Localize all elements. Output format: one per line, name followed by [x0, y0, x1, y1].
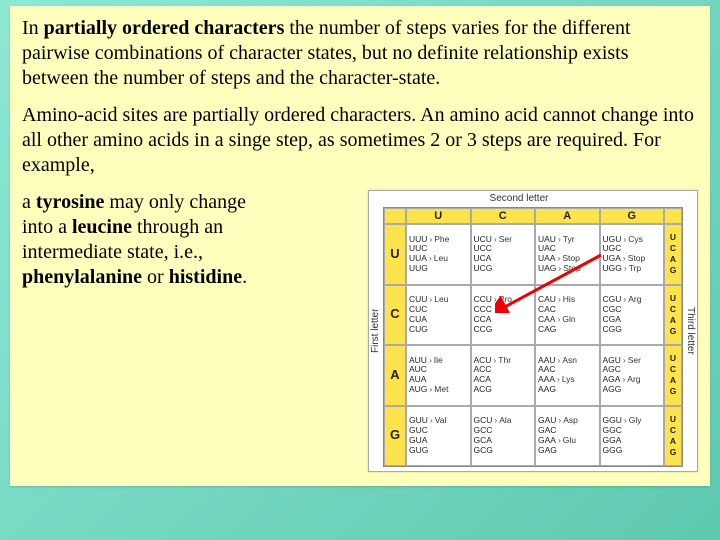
row-header-A: A	[384, 345, 406, 406]
codon-cell-CG: CGU›ArgCGCCGACGG	[600, 285, 665, 346]
codon-cell-UG: UGU›CysUGCUGA›StopUGG›Trp	[600, 224, 665, 285]
slide-panel: In partially ordered characters the numb…	[10, 6, 710, 486]
text: In	[22, 17, 44, 39]
codon-AUG: AUG›Met	[409, 385, 468, 395]
codon-AAG: AAG	[538, 385, 597, 395]
term-phenylalanine: phenylalanine	[22, 266, 142, 288]
table-right-label: Third letter	[684, 191, 696, 471]
row-header-G: G	[384, 406, 406, 467]
codon-GAG: GAG	[538, 446, 597, 456]
codon-GGG: GGG	[603, 446, 662, 456]
third-col-A: UCAG	[664, 345, 682, 406]
codon-UAG: UAG›Stop	[538, 264, 597, 274]
codon-cell-CA: CAU›HisCACCAA›GlnCAG	[535, 285, 600, 346]
term-tyrosine: tyrosine	[36, 191, 105, 213]
codon-UGG: UGG›Trp	[603, 264, 662, 274]
row-header-C: C	[384, 285, 406, 346]
col-header-G: G	[600, 208, 665, 224]
term-histidine: histidine	[169, 266, 242, 288]
codon-cell-CU: CUU›LeuCUCCUACUG	[406, 285, 471, 346]
third-col-G: UCAG	[664, 406, 682, 467]
codon-cell-AA: AAU›AsnAACAAA›LysAAG	[535, 345, 600, 406]
table-left-label: First letter	[370, 191, 382, 471]
paragraph-2: Amino-acid sites are partially ordered c…	[22, 103, 698, 178]
codon-cell-CC: CCU›ProCCCCCACCG	[471, 285, 536, 346]
codon-cell-AU: AUU›IleAUCAUAAUG›Met	[406, 345, 471, 406]
third-col-U: UCAG	[664, 224, 682, 285]
col-header-U: U	[406, 208, 471, 224]
codon-UUG: UUG	[409, 264, 468, 274]
codon-ACG: ACG	[474, 385, 533, 395]
codon-cell-UU: UUU›PheUUCUUA›LeuUUG	[406, 224, 471, 285]
corner	[384, 208, 406, 224]
codon-cell-UC: UCU›SerUCCUCAUCG	[471, 224, 536, 285]
table-top-label: Second letter	[369, 193, 669, 204]
codon-cell-AC: ACU›ThrACCACAACG	[471, 345, 536, 406]
corner-right	[664, 208, 682, 224]
codon-cell-UA: UAU›TyrUACUAA›StopUAG›Stop	[535, 224, 600, 285]
term-leucine: leucine	[72, 216, 132, 238]
col-header-A: A	[535, 208, 600, 224]
codon-GUG: GUG	[409, 446, 468, 456]
codon-grid: UCAGUUUU›PheUUCUUA›LeuUUGUCU›SerUCCUCAUC…	[383, 207, 683, 467]
codon-cell-GC: GCU›AlaGCCGCAGCG	[471, 406, 536, 467]
third-col-C: UCAG	[664, 285, 682, 346]
codon-GCG: GCG	[474, 446, 533, 456]
codon-cell-GA: GAU›AspGACGAA›GluGAG	[535, 406, 600, 467]
paragraph-1: In partially ordered characters the numb…	[22, 16, 698, 91]
codon-CUG: CUG	[409, 325, 468, 335]
term-partially-ordered: partially ordered characters	[44, 17, 285, 39]
paragraph-3: a tyrosine may only change into a leucin…	[22, 190, 362, 290]
codon-AGG: AGG	[603, 385, 662, 395]
codon-CAG: CAG	[538, 325, 597, 335]
codon-CGG: CGG	[603, 325, 662, 335]
col-header-C: C	[471, 208, 536, 224]
codon-cell-AG: AGU›SerAGCAGA›ArgAGG	[600, 345, 665, 406]
codon-table: Second letter First letter Third letter …	[368, 190, 698, 472]
codon-UCG: UCG	[474, 264, 533, 274]
codon-CCG: CCG	[474, 325, 533, 335]
codon-cell-GG: GGU›GlyGGCGGAGGG	[600, 406, 665, 467]
row-header-U: U	[384, 224, 406, 285]
codon-cell-GU: GUU›ValGUCGUAGUG	[406, 406, 471, 467]
wrap-row: a tyrosine may only change into a leucin…	[22, 190, 698, 472]
